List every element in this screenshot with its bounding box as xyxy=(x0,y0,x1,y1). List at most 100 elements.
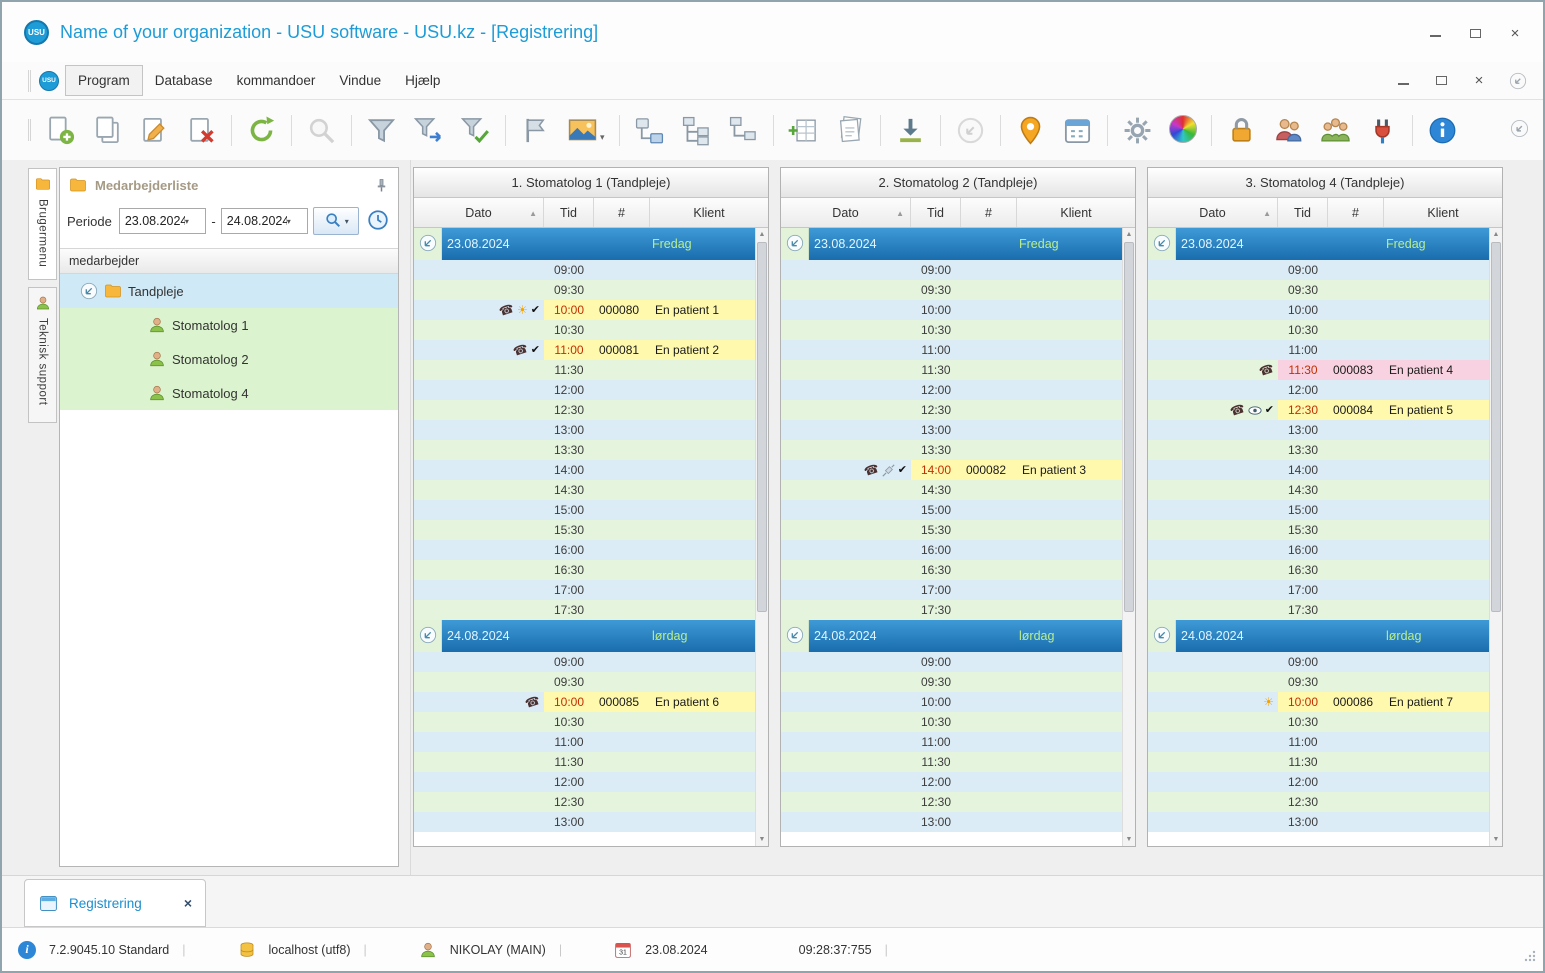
schedule-slot[interactable]: 14:30 xyxy=(414,480,755,500)
menu-kommandoer[interactable]: kommandoer xyxy=(225,66,328,95)
schedule-slot[interactable]: 17:30 xyxy=(414,600,755,620)
scroll-up-icon[interactable]: ▲ xyxy=(756,228,768,241)
schedule-slot[interactable]: 09:30 xyxy=(414,672,755,692)
column-header-dato[interactable]: Dato ▲ xyxy=(414,198,544,227)
delete-record-button[interactable] xyxy=(186,115,217,146)
schedule-slot[interactable]: 10:00 xyxy=(781,300,1122,320)
image-view-button[interactable]: ▾ xyxy=(567,115,605,146)
column-header-num[interactable]: # xyxy=(1328,198,1384,227)
scrollbar-thumb[interactable] xyxy=(1491,242,1501,612)
duplicate-record-button[interactable] xyxy=(92,115,123,146)
schedule-slot[interactable]: 10:30 xyxy=(781,320,1122,340)
schedule-slot[interactable]: 11:30 xyxy=(414,360,755,380)
schedule-slot[interactable]: 11:30 xyxy=(1148,752,1489,772)
column-header-dato[interactable]: Dato ▲ xyxy=(1148,198,1278,227)
resize-grip[interactable] xyxy=(1523,949,1537,966)
column-header-num[interactable]: # xyxy=(961,198,1017,227)
scroll-up-icon[interactable]: ▲ xyxy=(1490,228,1502,241)
date-to-input[interactable]: 24.08.2024 ▾ xyxy=(220,208,309,234)
settings-gear-button[interactable] xyxy=(1122,115,1153,146)
column-header-tid[interactable]: Tid xyxy=(544,198,594,227)
day-expand-button[interactable] xyxy=(1148,620,1176,652)
schedule-slot[interactable]: 12:30 xyxy=(781,792,1122,812)
schedule-slot[interactable]: 11:00 xyxy=(781,732,1122,752)
schedule-slot[interactable]: 09:30 xyxy=(781,280,1122,300)
tree-expand-button[interactable] xyxy=(681,115,712,146)
new-record-button[interactable] xyxy=(45,115,76,146)
schedule-slot[interactable]: 09:00 xyxy=(414,652,755,672)
search-button[interactable] xyxy=(306,115,337,146)
schedule-slot[interactable]: 14:30 xyxy=(781,480,1122,500)
user-permissions-button[interactable] xyxy=(1273,115,1304,146)
menubar-grip[interactable] xyxy=(28,69,31,92)
mdi-minimize-button[interactable] xyxy=(1395,74,1411,88)
day-expand-button[interactable] xyxy=(1148,228,1176,260)
schedule-slot[interactable]: 09:00 xyxy=(414,260,755,280)
schedule-slot[interactable]: 16:30 xyxy=(414,560,755,580)
schedule-slot[interactable]: 16:30 xyxy=(781,560,1122,580)
mdi-close-button[interactable]: × xyxy=(1471,72,1487,89)
schedule-slot[interactable]: 13:00 xyxy=(781,420,1122,440)
scrollbar-thumb[interactable] xyxy=(1124,242,1134,612)
schedule-slot[interactable]: 11:30 xyxy=(781,360,1122,380)
schedule-slot[interactable]: 10:30 xyxy=(414,320,755,340)
schedule-slot[interactable]: 13:00 xyxy=(414,420,755,440)
schedule-slot[interactable]: 10:00 xyxy=(781,692,1122,712)
schedule-slot[interactable]: ☎ 11:30 000083 En patient 4 xyxy=(1148,360,1489,380)
side-tab-teknisk-support[interactable]: Teknisk support xyxy=(28,287,57,423)
refresh-button[interactable] xyxy=(246,115,277,146)
schedule-slot[interactable]: 13:00 xyxy=(781,812,1122,832)
schedule-slot[interactable]: 12:30 xyxy=(414,792,755,812)
schedule-slot[interactable]: 15:30 xyxy=(1148,520,1489,540)
menu-customize-icon[interactable] xyxy=(1509,72,1527,90)
day-expand-button[interactable] xyxy=(781,228,809,260)
import-download-button[interactable] xyxy=(895,115,926,146)
schedule-slot[interactable]: 10:00 xyxy=(1148,300,1489,320)
filter-transfer-button[interactable] xyxy=(413,115,444,146)
schedule-slot[interactable]: 09:30 xyxy=(781,672,1122,692)
schedule-slot[interactable]: 12:00 xyxy=(781,380,1122,400)
vertical-scrollbar[interactable]: ▲ ▼ xyxy=(1122,228,1135,846)
tab-registrering[interactable]: Registrering × xyxy=(24,879,206,927)
schedule-slot[interactable]: 12:00 xyxy=(781,772,1122,792)
schedule-slot[interactable]: 12:00 xyxy=(1148,772,1489,792)
tree-node-add-button[interactable] xyxy=(634,115,665,146)
menu-vindue[interactable]: Vindue xyxy=(327,66,393,95)
schedule-slot[interactable]: 15:00 xyxy=(1148,500,1489,520)
scroll-down-icon[interactable]: ▼ xyxy=(756,833,768,846)
schedule-slot[interactable]: 09:30 xyxy=(1148,672,1489,692)
report-copies-button[interactable] xyxy=(835,115,866,146)
scroll-down-icon[interactable]: ▼ xyxy=(1123,833,1135,846)
column-header-num[interactable]: # xyxy=(594,198,650,227)
day-expand-button[interactable] xyxy=(414,228,442,260)
search-button[interactable]: ▾ xyxy=(313,207,360,235)
schedule-slot[interactable]: 13:30 xyxy=(1148,440,1489,460)
color-wheel-button[interactable] xyxy=(1168,114,1197,146)
schedule-slot[interactable]: 11:30 xyxy=(781,752,1122,772)
column-header-tid[interactable]: Tid xyxy=(1278,198,1328,227)
clock-button[interactable] xyxy=(364,208,391,235)
schedule-slot[interactable]: 14:00 xyxy=(1148,460,1489,480)
schedule-slot[interactable]: 13:00 xyxy=(1148,812,1489,832)
plugin-button[interactable] xyxy=(1367,115,1398,146)
schedule-slot[interactable]: 09:30 xyxy=(1148,280,1489,300)
lock-button[interactable] xyxy=(1226,115,1257,146)
scroll-up-icon[interactable]: ▲ xyxy=(1123,228,1135,241)
location-pin-button[interactable] xyxy=(1015,115,1046,146)
schedule-slot[interactable]: 12:00 xyxy=(414,772,755,792)
expand-circle-icon[interactable] xyxy=(80,282,98,300)
schedule-slot[interactable]: 11:00 xyxy=(781,340,1122,360)
schedule-slot[interactable]: 10:30 xyxy=(781,712,1122,732)
date-from-input[interactable]: 23.08.2024 ▾ xyxy=(118,208,207,234)
schedule-slot[interactable]: ☎ ☀ ✔ 10:00 000080 En patient 1 xyxy=(414,300,755,320)
toolbar-customize-icon[interactable] xyxy=(1510,119,1529,141)
schedule-slot[interactable]: 09:00 xyxy=(1148,260,1489,280)
flag-button[interactable] xyxy=(520,115,551,146)
maximize-button[interactable] xyxy=(1467,26,1483,40)
minimize-button[interactable] xyxy=(1427,26,1443,40)
schedule-slot[interactable]: 11:00 xyxy=(414,732,755,752)
day-expand-button[interactable] xyxy=(781,620,809,652)
tree-node-tandpleje[interactable]: Tandpleje xyxy=(60,274,398,308)
schedule-slot[interactable]: 11:00 xyxy=(1148,340,1489,360)
schedule-slot[interactable]: 16:00 xyxy=(781,540,1122,560)
